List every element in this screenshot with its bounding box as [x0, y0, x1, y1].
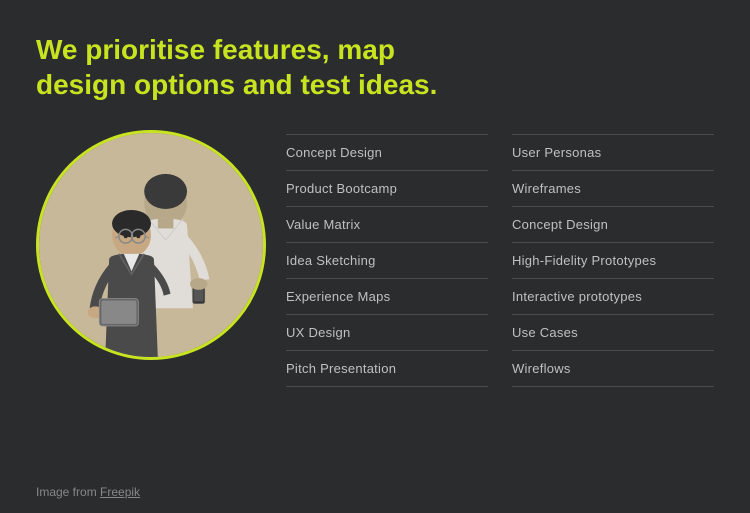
list-item: UX Design [286, 315, 488, 351]
list-item: Experience Maps [286, 279, 488, 315]
list-item: Wireflows [512, 351, 714, 387]
list-item: Pitch Presentation [286, 351, 488, 387]
list-item: Interactive prototypes [512, 279, 714, 315]
list-item: Concept Design [286, 134, 488, 171]
list-item: Wireframes [512, 171, 714, 207]
content-area: Concept Design Product Bootcamp Value Ma… [36, 130, 714, 387]
page-container: We prioritise features, map design optio… [0, 0, 750, 513]
freepik-link[interactable]: Freepik [100, 485, 140, 499]
list-item: Use Cases [512, 315, 714, 351]
list-item: Product Bootcamp [286, 171, 488, 207]
left-list-column: Concept Design Product Bootcamp Value Ma… [286, 134, 508, 387]
list-item: Value Matrix [286, 207, 488, 243]
image-credit: Image from Freepik [36, 485, 140, 499]
profile-image-circle [36, 130, 266, 360]
lists-area: Concept Design Product Bootcamp Value Ma… [286, 130, 714, 387]
list-item: Idea Sketching [286, 243, 488, 279]
list-item: High-Fidelity Prototypes [512, 243, 714, 279]
list-item: User Personas [512, 134, 714, 171]
list-item: Concept Design [512, 207, 714, 243]
page-heading: We prioritise features, map design optio… [36, 32, 456, 102]
right-list-column: User Personas Wireframes Concept Design … [508, 134, 714, 387]
